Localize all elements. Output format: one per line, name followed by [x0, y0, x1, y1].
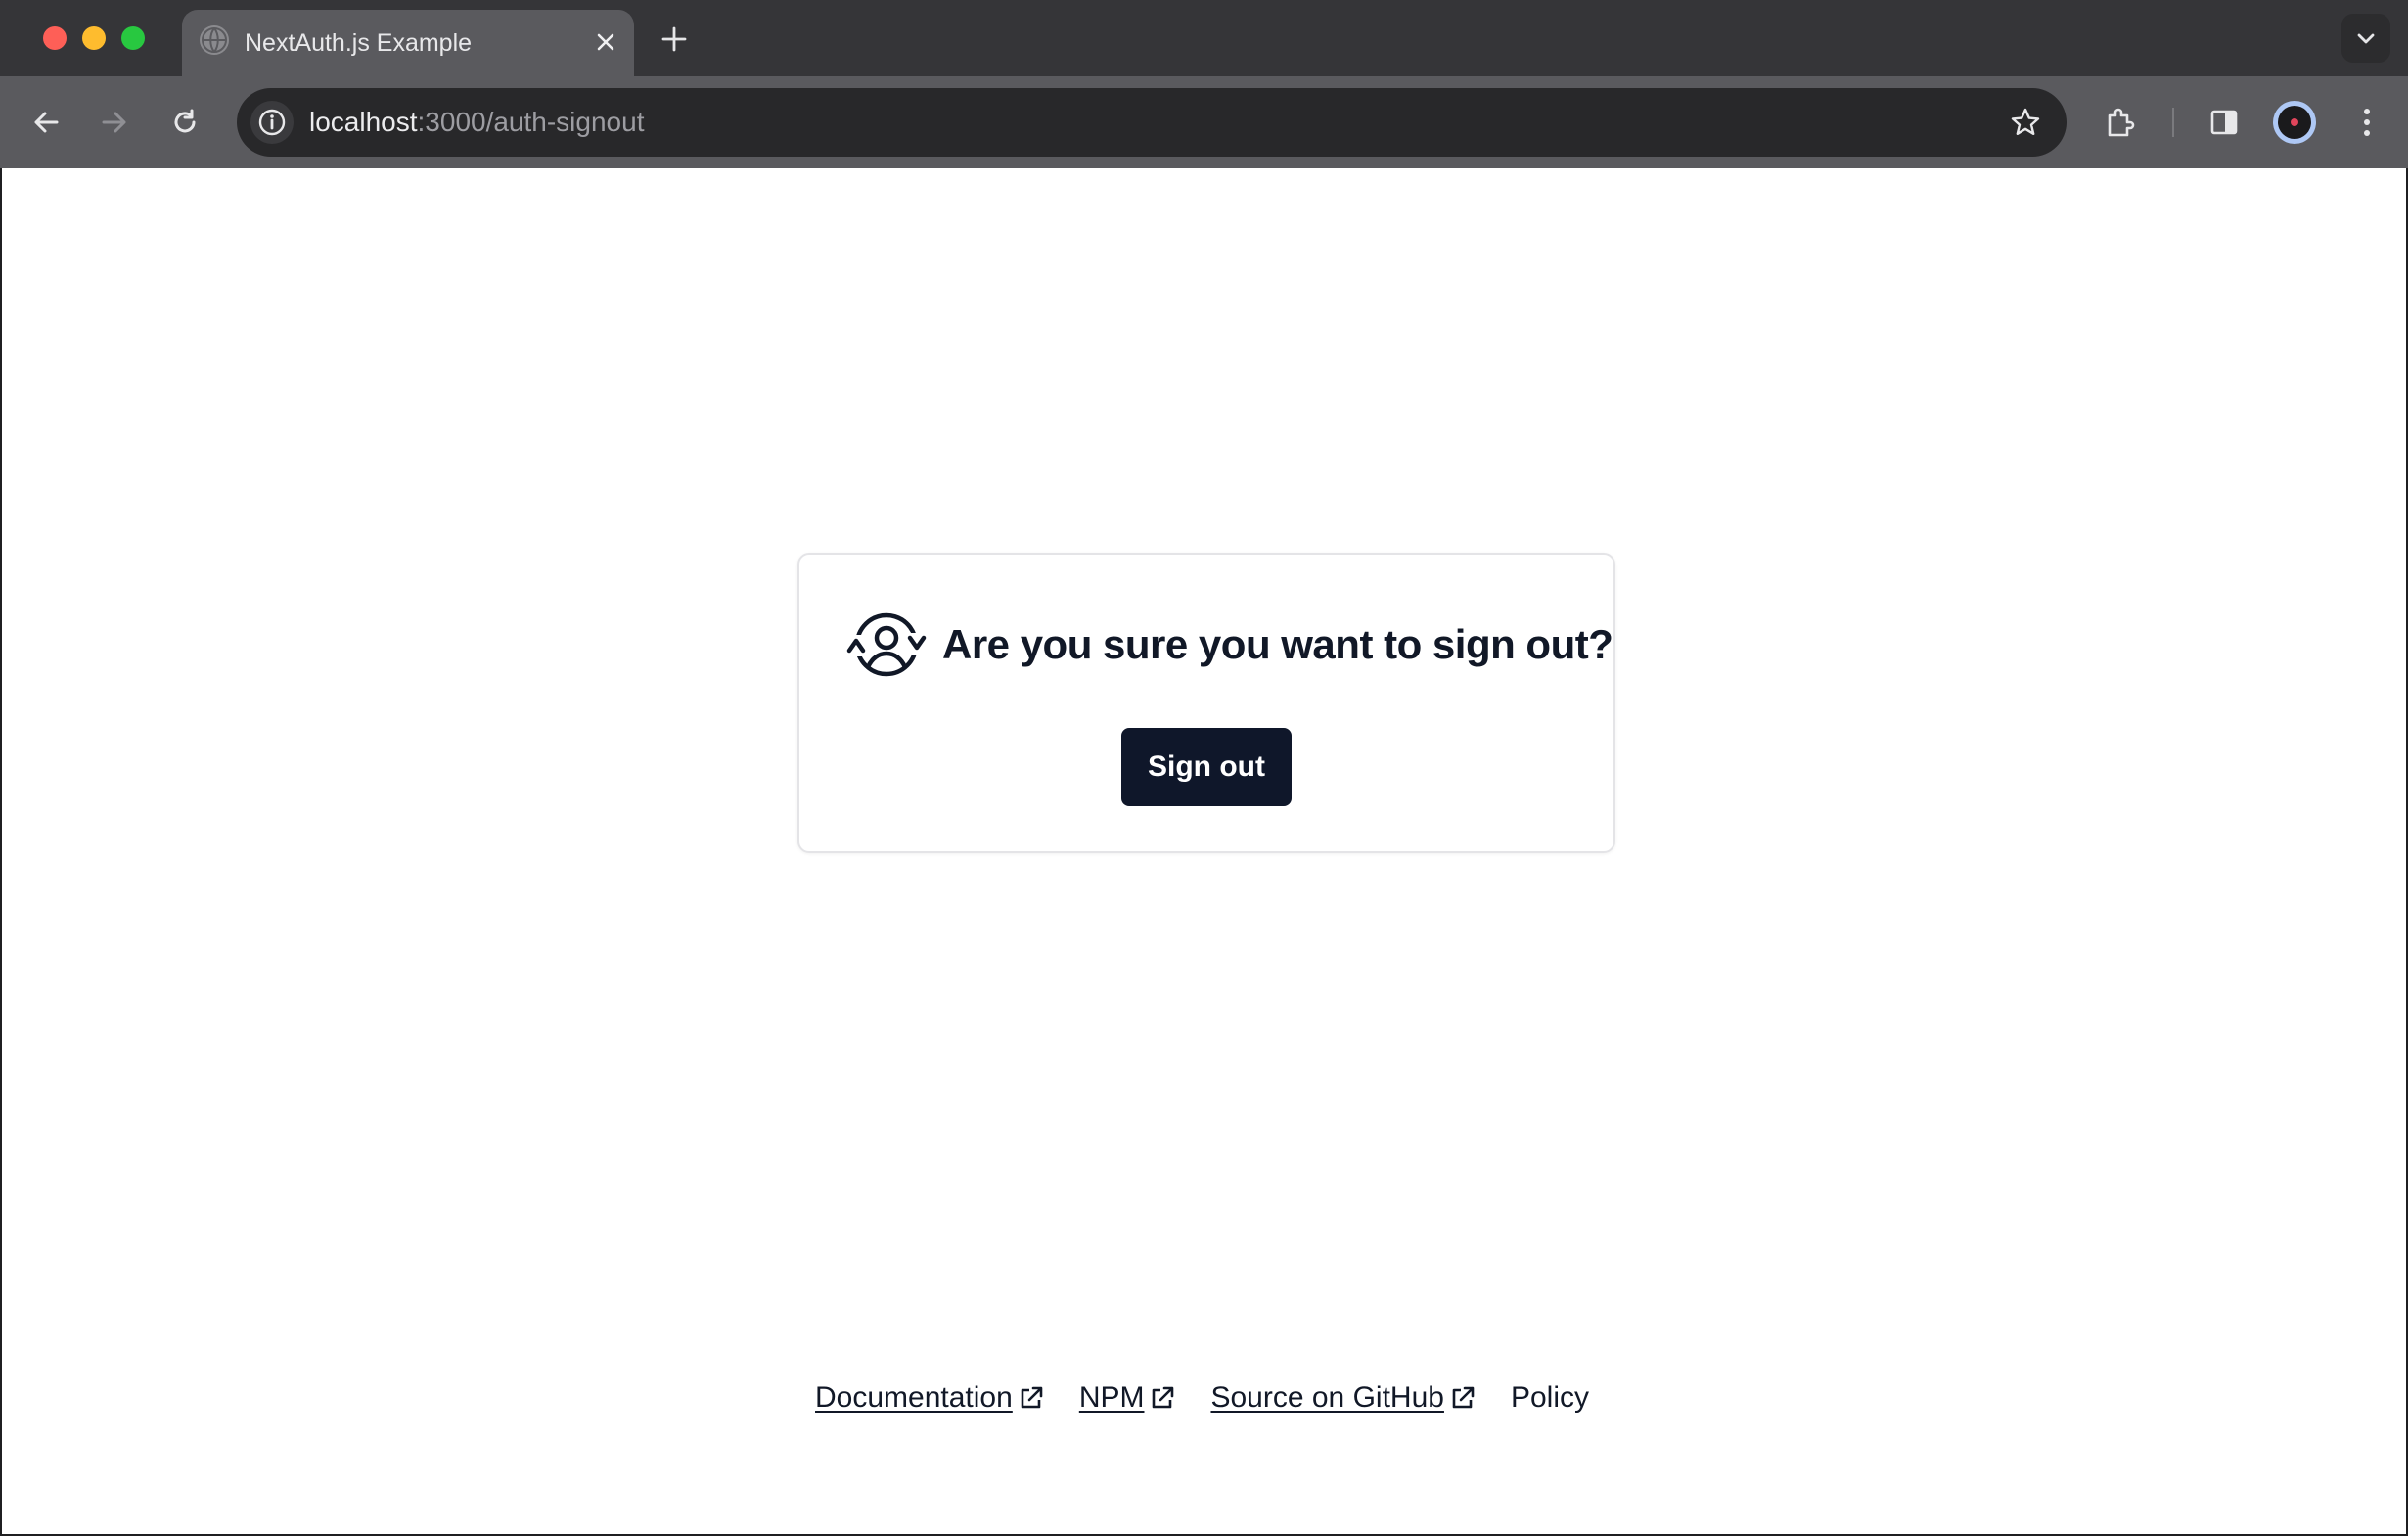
page-viewport: Are you sure you want to sign out? Sign … — [2, 168, 2406, 1534]
browser-tabstrip: NextAuth.js Example — [0, 0, 2408, 76]
card-header: Are you sure you want to sign out? — [846, 608, 1613, 682]
arrow-left-icon — [34, 112, 59, 133]
address-bar[interactable]: localhost:3000/auth-signout — [237, 88, 2067, 157]
reload-icon — [174, 109, 196, 133]
globe-icon — [200, 25, 229, 55]
url-path: :3000/auth-signout — [417, 107, 645, 137]
footer-link-github[interactable]: Source on GitHub — [1210, 1381, 1477, 1415]
footer-link-label: Documentation — [815, 1381, 1013, 1414]
external-link-icon — [1452, 1386, 1475, 1409]
url-text[interactable]: localhost:3000/auth-signout — [309, 88, 644, 157]
footer-link-documentation[interactable]: Documentation — [815, 1381, 1046, 1415]
external-link-icon — [1153, 1386, 1174, 1409]
profile-avatar[interactable] — [2270, 98, 2319, 147]
sign-out-button[interactable]: Sign out — [1121, 728, 1292, 806]
bookmark-star-icon[interactable] — [2006, 103, 2045, 142]
extensions-icon[interactable] — [2096, 98, 2145, 147]
close-window-button[interactable] — [43, 26, 67, 50]
user-switch-icon — [846, 612, 927, 677]
close-icon[interactable] — [589, 25, 622, 59]
reload-button[interactable] — [160, 98, 209, 147]
external-link-icon — [1021, 1386, 1043, 1409]
tab-title: NextAuth.js Example — [245, 29, 473, 57]
tab-search-button[interactable] — [2341, 14, 2390, 63]
footer-link-label: Policy — [1510, 1381, 1589, 1414]
side-panel-icon[interactable] — [2200, 98, 2249, 147]
maximize-window-button[interactable] — [121, 26, 145, 50]
site-info-icon[interactable] — [250, 101, 294, 144]
footer-link-npm[interactable]: NPM — [1079, 1381, 1178, 1415]
back-button[interactable] — [22, 98, 70, 147]
footer: Documentation NPM Source on GitHub Polic… — [2, 1374, 2406, 1423]
url-host: localhost — [309, 107, 418, 137]
forward-button[interactable] — [90, 98, 139, 147]
chevron-down-icon — [2357, 33, 2375, 44]
footer-link-label: Source on GitHub — [1210, 1381, 1444, 1414]
toolbar-divider — [2172, 108, 2174, 137]
footer-links: Documentation NPM Source on GitHub Polic… — [815, 1381, 1589, 1415]
browser-toolbar: localhost:3000/auth-signout — [0, 76, 2408, 168]
browser-tab[interactable]: NextAuth.js Example — [182, 10, 634, 76]
arrow-right-icon — [102, 112, 126, 133]
new-tab-button[interactable] — [653, 18, 696, 61]
minimize-window-button[interactable] — [82, 26, 106, 50]
page-title: Are you sure you want to sign out? — [942, 621, 1613, 667]
more-menu-icon[interactable] — [2342, 98, 2391, 147]
footer-link-policy[interactable]: Policy — [1511, 1381, 1589, 1415]
avatar — [2273, 101, 2316, 144]
footer-link-label: NPM — [1078, 1381, 1145, 1414]
signout-card: Are you sure you want to sign out? Sign … — [797, 553, 1615, 853]
